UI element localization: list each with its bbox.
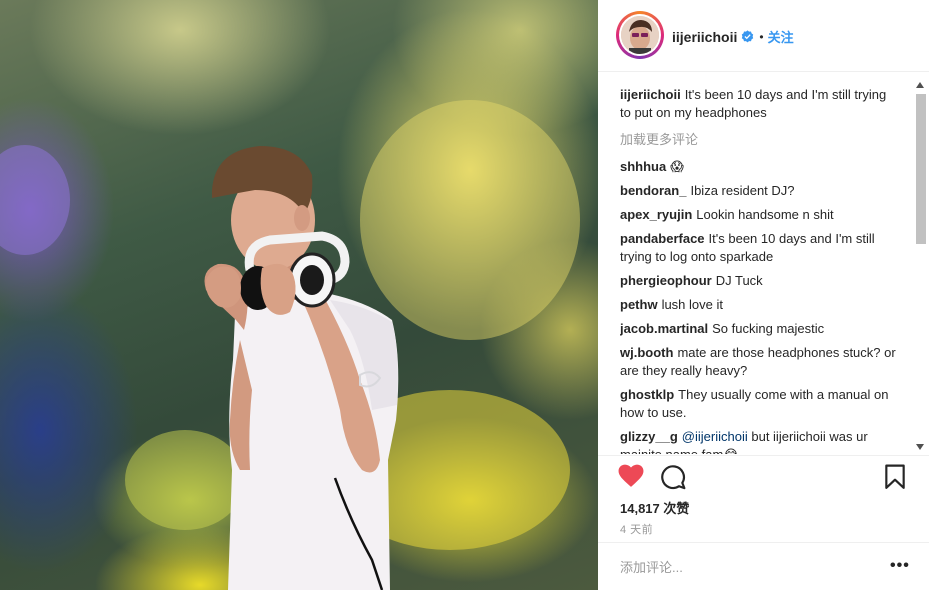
comment-item: pethw lush love it <box>620 296 900 314</box>
comment-username[interactable]: glizzy__g <box>620 429 678 444</box>
comment-username[interactable]: pandaberface <box>620 231 705 246</box>
avatar-image <box>621 16 659 54</box>
comment-username[interactable]: ghostklp <box>620 387 674 402</box>
post-photo[interactable] <box>0 0 598 590</box>
avatar[interactable] <box>616 11 664 59</box>
comment-text: So fucking majestic <box>712 321 825 336</box>
comment-username[interactable]: shhhua <box>620 159 666 174</box>
comment-item: phergieophour DJ Tuck <box>620 272 900 290</box>
post-timestamp: 4 天前 <box>620 524 654 536</box>
comment-item: shhhua 😱 <box>620 158 900 176</box>
comments-scrollbar[interactable] <box>913 78 929 454</box>
more-options-button[interactable]: ••• <box>890 558 910 574</box>
comment-item: pandaberface It's been 10 days and I'm st… <box>620 230 900 266</box>
post-header: iijeriichoii • 关注 <box>598 0 929 72</box>
comment-text: Lookin handsome n shit <box>696 207 834 222</box>
header-username[interactable]: iijeriichoii <box>672 29 737 45</box>
comment-username[interactable]: bendoran_ <box>620 183 686 198</box>
comment-username[interactable]: phergieophour <box>620 273 712 288</box>
comment-item: jacob.martinal So fucking majestic <box>620 320 900 338</box>
comment-text: Ibiza resident DJ? <box>690 183 795 198</box>
comment-username[interactable]: wj.booth <box>620 345 673 360</box>
comment-username[interactable]: jacob.martinal <box>620 321 708 336</box>
verified-badge-icon <box>742 30 754 43</box>
post-caption: iijeriichoii It's been 10 days and I'm st… <box>620 86 900 122</box>
comment-item: bendoran_ Ibiza resident DJ? <box>620 182 900 200</box>
avatar-face-icon <box>621 16 659 54</box>
likes-count[interactable]: 14,817 次赞 <box>620 498 689 517</box>
avatar-frame <box>619 14 661 56</box>
comment-username[interactable]: apex_ryujin <box>620 207 692 222</box>
comment-bubble-icon[interactable] <box>660 464 686 490</box>
caption-username[interactable]: iijeriichoii <box>620 87 681 102</box>
bookmark-icon[interactable] <box>884 464 906 490</box>
post-actions: 14,817 次赞 4 天前 <box>598 455 929 540</box>
scroll-down-arrow-icon[interactable] <box>916 444 924 450</box>
heart-filled-icon[interactable] <box>618 464 644 488</box>
comment-item: glizzy__g @iijeriichoii but iijeriichoii … <box>620 428 900 454</box>
comment-item: ghostklp They usually come with a manual … <box>620 386 900 422</box>
load-more-comments-link[interactable]: 加载更多评论 <box>620 131 900 149</box>
comment-username[interactable]: pethw <box>620 297 658 312</box>
follow-button[interactable]: 关注 <box>768 27 794 46</box>
scrollbar-thumb[interactable] <box>916 94 926 244</box>
comment-text: lush love it <box>661 297 723 312</box>
comment-text: 😱 <box>670 159 684 174</box>
comment-mention-link[interactable]: @iijeriichoii <box>682 429 748 444</box>
header-user-row: iijeriichoii • 关注 <box>672 27 794 46</box>
comment-text: DJ Tuck <box>715 273 763 288</box>
photo-subject <box>0 100 580 590</box>
add-comment-input[interactable] <box>620 557 870 577</box>
add-comment-bar: ••• <box>598 542 929 590</box>
comment-item: apex_ryujin Lookin handsome n shit <box>620 206 900 224</box>
scroll-up-arrow-icon[interactable] <box>916 82 924 88</box>
comments-list[interactable]: iijeriichoii It's been 10 days and I'm st… <box>620 86 900 454</box>
header-separator: • <box>759 29 764 44</box>
post-side-panel: iijeriichoii • 关注 iijeriichoii It's been … <box>598 0 929 590</box>
comment-item: wj.booth mate are those headphones stuck?… <box>620 344 900 380</box>
